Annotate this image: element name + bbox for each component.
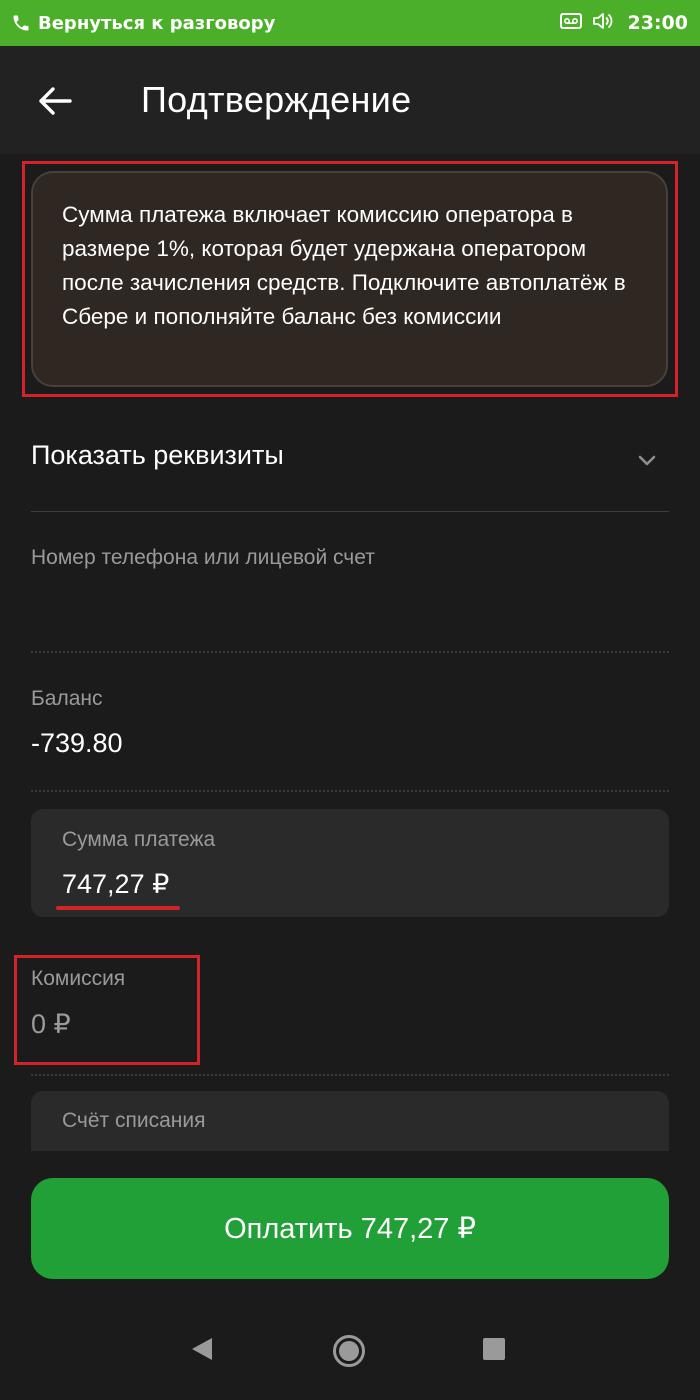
back-button[interactable] xyxy=(30,76,80,126)
payment-amount-label: Сумма платежа xyxy=(62,828,216,851)
chevron-down-icon xyxy=(638,455,656,466)
balance-value: -739.80 xyxy=(31,728,123,758)
divider xyxy=(31,511,669,512)
clock: 23:00 xyxy=(627,12,688,34)
payment-amount-field[interactable]: Сумма платежа 747,27 ₽ xyxy=(31,809,669,917)
phone-icon[interactable] xyxy=(10,12,32,34)
nav-back-icon[interactable] xyxy=(188,1334,218,1364)
balance-label: Баланс xyxy=(31,687,103,710)
debit-account-selector[interactable]: Счёт списания xyxy=(31,1091,669,1151)
return-to-call-link[interactable]: Вернуться к разговору xyxy=(38,13,275,34)
dotted-divider xyxy=(31,651,669,653)
debit-account-label: Счёт списания xyxy=(62,1109,206,1132)
nav-home-icon[interactable] xyxy=(332,1334,366,1368)
volume-icon xyxy=(592,11,614,35)
dotted-divider xyxy=(31,1074,669,1076)
status-bar: Вернуться к разговору 23:00 xyxy=(0,0,700,46)
page-title: Подтверждение xyxy=(141,79,412,120)
commission-highlight-box xyxy=(14,955,200,1065)
phone-or-account-label: Номер телефона или лицевой счет xyxy=(31,546,375,569)
voicemail-icon xyxy=(559,12,582,34)
arrow-left-icon xyxy=(39,87,72,115)
amount-red-underline xyxy=(56,906,180,910)
requisites-label: Показать реквизиты xyxy=(31,440,284,470)
payment-amount-value: 747,27 ₽ xyxy=(62,869,170,899)
pay-button[interactable]: Оплатить 747,27 ₽ xyxy=(31,1178,669,1279)
system-nav-bar xyxy=(0,1300,700,1400)
pay-button-label: Оплатить 747,27 ₽ xyxy=(224,1213,476,1245)
notice-highlight-box xyxy=(22,161,678,397)
nav-recent-icon[interactable] xyxy=(481,1336,507,1362)
app-bar: Подтверждение xyxy=(0,46,700,154)
show-requisites-toggle[interactable]: Показать реквизиты xyxy=(31,430,669,490)
dotted-divider xyxy=(31,790,669,792)
